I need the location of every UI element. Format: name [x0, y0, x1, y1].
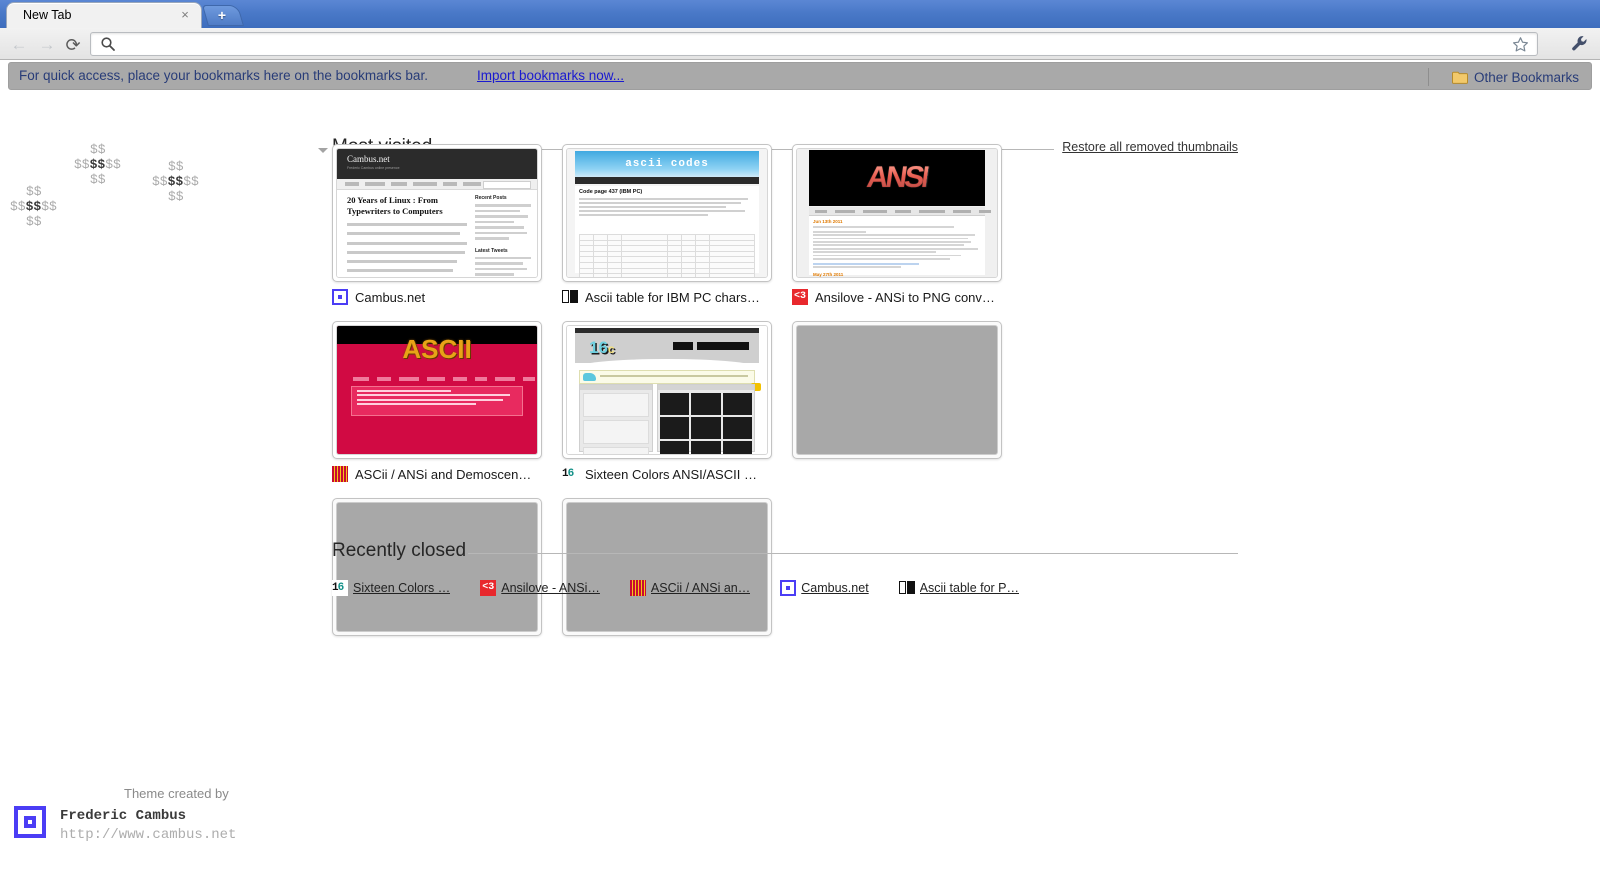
- ascii-favicon: [562, 289, 578, 305]
- mini-logo: 16c: [589, 338, 615, 357]
- mini-sidebar-heading-2: Latest Tweets: [475, 247, 508, 254]
- bookmarks-bar: For quick access, place your bookmarks h…: [0, 60, 1600, 92]
- section-divider: [468, 553, 1238, 554]
- sparkle-cluster-1: $$ $$$$$$ $$: [10, 184, 57, 229]
- thumbnail-image: 16c 16: [566, 325, 768, 455]
- thumbnail-frame[interactable]: [792, 321, 1002, 459]
- thumbnail-label-text: ASCii / ANSi and Demoscen…: [355, 466, 532, 482]
- thumbnail-label-text: Sixteen Colors ANSI/ASCII …: [585, 466, 757, 482]
- attribution-caption: Theme created by: [124, 786, 229, 801]
- mini-logo: ascii codes: [625, 158, 709, 170]
- thumbnail-tile[interactable]: 16c 16 Sixteen Colors ANSI/ASCII …: [562, 321, 792, 482]
- thumbnail-label-text: Ascii table for IBM PC chars…: [585, 289, 760, 305]
- recently-closed-title: Recently closed: [332, 540, 467, 561]
- bookmarks-bar-inner: For quick access, place your bookmarks h…: [8, 62, 1592, 90]
- star-icon[interactable]: [1512, 36, 1529, 53]
- recently-closed-list: 16 Sixteen Colors … <3 Ansilove - ANSi… …: [332, 580, 1019, 596]
- sparkle-cluster-2: $$ $$$$$$ $$: [74, 142, 121, 187]
- thumbnail-frame[interactable]: 16c 16: [562, 321, 772, 459]
- import-bookmarks-link[interactable]: Import bookmarks now...: [477, 68, 624, 83]
- cambus-favicon: [780, 580, 797, 596]
- other-bookmarks-label: Other Bookmarks: [1473, 69, 1579, 85]
- tab-new-tab[interactable]: New Tab ×: [6, 2, 202, 28]
- sixteen-favicon: 16: [562, 466, 578, 482]
- mini-sidebar-heading: Recent Posts: [475, 195, 507, 201]
- wrench-icon[interactable]: [1570, 34, 1590, 54]
- mini-headline: 20 Years of Linux : From Typewriters to …: [347, 195, 443, 216]
- thumbnail-image: ascii codes Code page 437 (IBM PC): [566, 148, 768, 278]
- demoscene-favicon: [629, 580, 646, 596]
- thumbnail-label[interactable]: Cambus.net: [332, 289, 540, 305]
- thumbnail-label[interactable]: 16 Sixteen Colors ANSI/ASCII …: [562, 466, 770, 482]
- recently-closed-label: ASCii / ANSi an…: [650, 581, 751, 595]
- thumbnail-frame[interactable]: ASCII: [332, 321, 542, 459]
- most-visited-grid: Cambus.net Frederic Cambus online presen…: [332, 144, 1242, 652]
- title-bar: New Tab × +: [0, 0, 1600, 28]
- mini-site-title: Cambus.net: [347, 154, 390, 164]
- recently-closed-label: Sixteen Colors …: [353, 581, 451, 595]
- mini-heading-2: May 27th 2011: [813, 271, 844, 277]
- mini-site-tagline: Frederic Cambus online presence: [347, 166, 400, 170]
- thumbnail-tile-empty[interactable]: [792, 321, 1022, 482]
- thumbnail-tile[interactable]: ascii codes Code page 437 (IBM PC) Ascii…: [562, 144, 792, 305]
- mini-logo: ASCII: [402, 334, 472, 364]
- ansilove-favicon: <3: [480, 580, 497, 596]
- ascii-favicon: [898, 580, 915, 596]
- recently-closed-item[interactable]: 16 Sixteen Colors …: [332, 580, 450, 596]
- recently-closed-item[interactable]: <3 Ansilove - ANSi…: [480, 580, 600, 596]
- new-tab-page: $$$$$$$$$$ $$$$$$$$$$ $$$$$$$$$$ Most vi…: [0, 92, 1600, 876]
- address-input[interactable]: [123, 36, 1497, 54]
- bookmarks-divider: [1428, 68, 1429, 86]
- attribution-author: Frederic Cambus: [60, 808, 187, 824]
- recently-closed-label: Cambus.net: [801, 581, 869, 595]
- forward-icon[interactable]: →: [36, 34, 58, 56]
- bookmarks-hint-text: For quick access, place your bookmarks h…: [19, 68, 428, 83]
- theme-attribution: Theme created by Frederic Cambus http://…: [0, 780, 340, 876]
- mini-heading: Jun 13th 2011: [813, 219, 843, 224]
- cambus-favicon: [332, 289, 348, 305]
- tab-title: New Tab: [23, 8, 72, 22]
- thumbnail-tile[interactable]: Cambus.net Frederic Cambus online presen…: [332, 144, 562, 305]
- thumbnail-label[interactable]: Ascii table for IBM PC chars…: [562, 289, 770, 305]
- mini-heading: Code page 437 (IBM PC): [579, 189, 643, 195]
- recently-closed-item[interactable]: ASCii / ANSi an…: [629, 580, 751, 596]
- ansilove-favicon: <3: [792, 289, 808, 305]
- cambus-logo-icon: [14, 806, 46, 838]
- sparkle-cluster-3: $$ $$$$$$ $$: [152, 159, 199, 204]
- back-icon[interactable]: ←: [8, 34, 30, 56]
- folder-icon: [1451, 71, 1468, 84]
- sixteen-favicon: 16: [332, 580, 348, 596]
- thumbnail-placeholder: [796, 325, 998, 455]
- demoscene-favicon: [332, 466, 348, 482]
- thumbnail-tile[interactable]: ASCII ASCii / ANSi and Demoscen…: [332, 321, 562, 482]
- mini-logo: ANSI: [864, 161, 930, 194]
- reload-icon[interactable]: ⟳: [62, 34, 84, 56]
- thumbnail-image: ASCII: [336, 325, 538, 455]
- thumbnail-label[interactable]: <3 Ansilove - ANSi to PNG conv…: [792, 289, 1000, 305]
- thumbnail-label-text: Ansilove - ANSi to PNG conv…: [815, 289, 995, 305]
- search-icon: [100, 36, 116, 52]
- thumbnail-frame[interactable]: ANSI Jun 13th 2011 May 27th 2011: [792, 144, 1002, 282]
- attribution-url: http://www.cambus.net: [60, 827, 237, 843]
- omnibox[interactable]: [90, 32, 1538, 56]
- recently-closed-item[interactable]: Cambus.net: [780, 580, 869, 596]
- plus-icon[interactable]: +: [213, 8, 231, 23]
- thumbnail-image: ANSI Jun 13th 2011 May 27th 2011: [796, 148, 998, 278]
- chevron-down-icon[interactable]: [318, 148, 328, 153]
- other-bookmarks-button[interactable]: Other Bookmarks: [1451, 67, 1579, 87]
- recently-closed-item[interactable]: Ascii table for P…: [898, 580, 1020, 596]
- thumbnail-label-text: Cambus.net: [355, 289, 426, 305]
- recently-closed-section: Recently closed 16 Sixteen Colors … <3 A…: [318, 540, 1238, 596]
- browser-toolbar: ← → ⟳: [0, 28, 1600, 60]
- recently-closed-label: Ascii table for P…: [919, 581, 1020, 595]
- recently-closed-label: Ansilove - ANSi…: [501, 581, 600, 595]
- thumbnail-label[interactable]: ASCii / ANSi and Demoscen…: [332, 466, 540, 482]
- browser-window: New Tab × + ← → ⟳ For quick access, plac…: [0, 0, 1600, 876]
- thumbnail-frame[interactable]: Cambus.net Frederic Cambus online presen…: [332, 144, 542, 282]
- close-icon[interactable]: ×: [178, 8, 192, 22]
- thumbnail-image: Cambus.net Frederic Cambus online presen…: [336, 148, 538, 278]
- thumbnail-frame[interactable]: ascii codes Code page 437 (IBM PC): [562, 144, 772, 282]
- theme-sparkle-art: $$ $$$$$$ $$ $$ $$$$$$ $$ $$ $$$$$$ $$: [0, 92, 280, 229]
- thumbnail-tile[interactable]: ANSI Jun 13th 2011 May 27th 2011 <3 Ansi…: [792, 144, 1022, 305]
